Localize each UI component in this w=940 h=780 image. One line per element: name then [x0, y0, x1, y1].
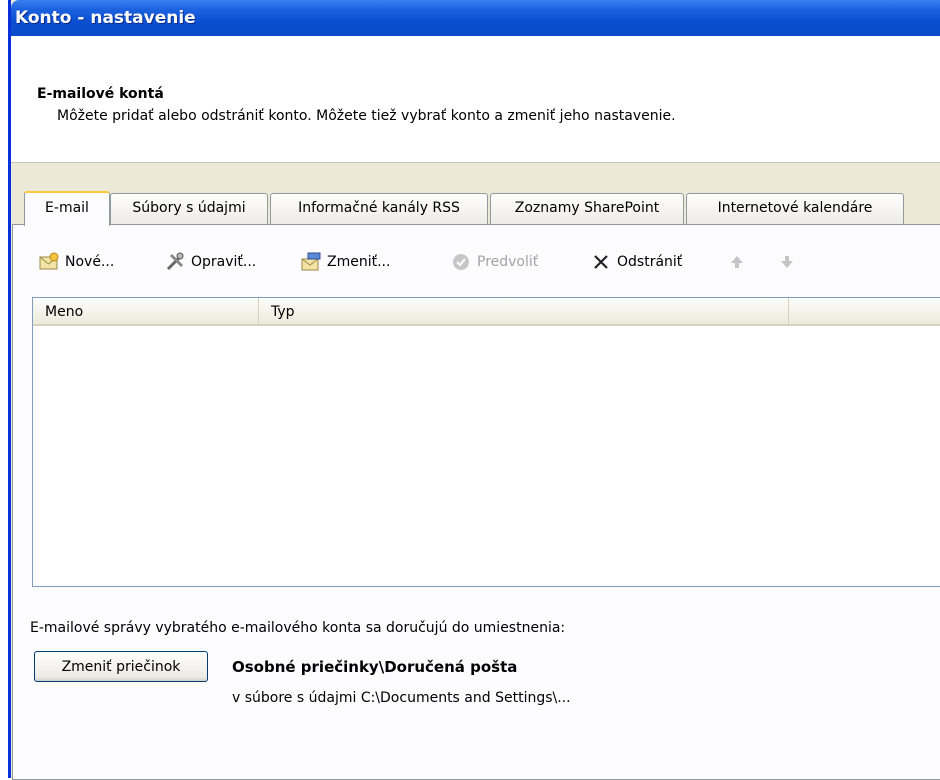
tab-sharepoint-lists[interactable]: Zoznamy SharePoint — [490, 193, 684, 224]
header-area: E-mailové kontá Môžete pridať alebo odst… — [11, 36, 940, 162]
tab-data-files[interactable]: Súbory s údajmi — [110, 193, 268, 224]
checkmark-icon — [450, 251, 472, 273]
delivery-location-note: E-mailové správy vybratého e-mailového k… — [30, 620, 566, 636]
tab-email[interactable]: E-mail — [24, 191, 110, 226]
tab-internet-calendars[interactable]: Internetové kalendáre — [686, 193, 904, 224]
move-down-button[interactable] — [776, 247, 798, 277]
tab-rss-feeds[interactable]: Informačné kanály RSS — [270, 193, 488, 224]
column-header-name[interactable]: Meno — [33, 298, 259, 324]
header-description: Môžete pridať alebo odstrániť konto. Môž… — [57, 108, 676, 124]
delete-x-icon — [590, 251, 612, 273]
delivery-folder: Osobné priečinky\Doručená pošta — [232, 658, 518, 676]
arrow-up-icon — [726, 251, 748, 273]
change-mail-icon — [300, 251, 322, 273]
title-bar[interactable]: Konto - nastavenie — [11, 0, 940, 36]
remove-account-label: Odstrániť — [617, 254, 683, 270]
set-default-label: Predvoliť — [477, 254, 539, 270]
header-divider — [11, 162, 940, 163]
tools-icon — [164, 251, 186, 273]
change-account-label: Zmeniť... — [327, 254, 391, 270]
accounts-list[interactable]: Meno Typ — [32, 297, 940, 587]
remove-account-button[interactable]: Odstrániť — [590, 247, 682, 277]
column-header-type[interactable]: Typ — [259, 298, 789, 324]
data-file-path: v súbore s údajmi C:\Documents and Setti… — [232, 690, 571, 706]
accounts-list-header: Meno Typ — [33, 298, 940, 326]
header-title: E-mailové kontá — [37, 86, 164, 102]
set-default-button[interactable]: Predvoliť — [450, 247, 538, 277]
change-account-button[interactable]: Zmeniť... — [300, 247, 390, 277]
new-account-button[interactable]: Nové... — [38, 247, 114, 277]
repair-account-button[interactable]: Opraviť... — [164, 247, 256, 277]
new-mail-icon — [38, 251, 60, 273]
new-account-label: Nové... — [65, 254, 115, 270]
window-title: Konto - nastavenie — [15, 8, 196, 28]
repair-account-label: Opraviť... — [191, 254, 257, 270]
change-folder-button[interactable]: Zmeniť priečinok — [34, 651, 208, 682]
arrow-down-icon — [776, 251, 798, 273]
move-up-button[interactable] — [726, 247, 748, 277]
